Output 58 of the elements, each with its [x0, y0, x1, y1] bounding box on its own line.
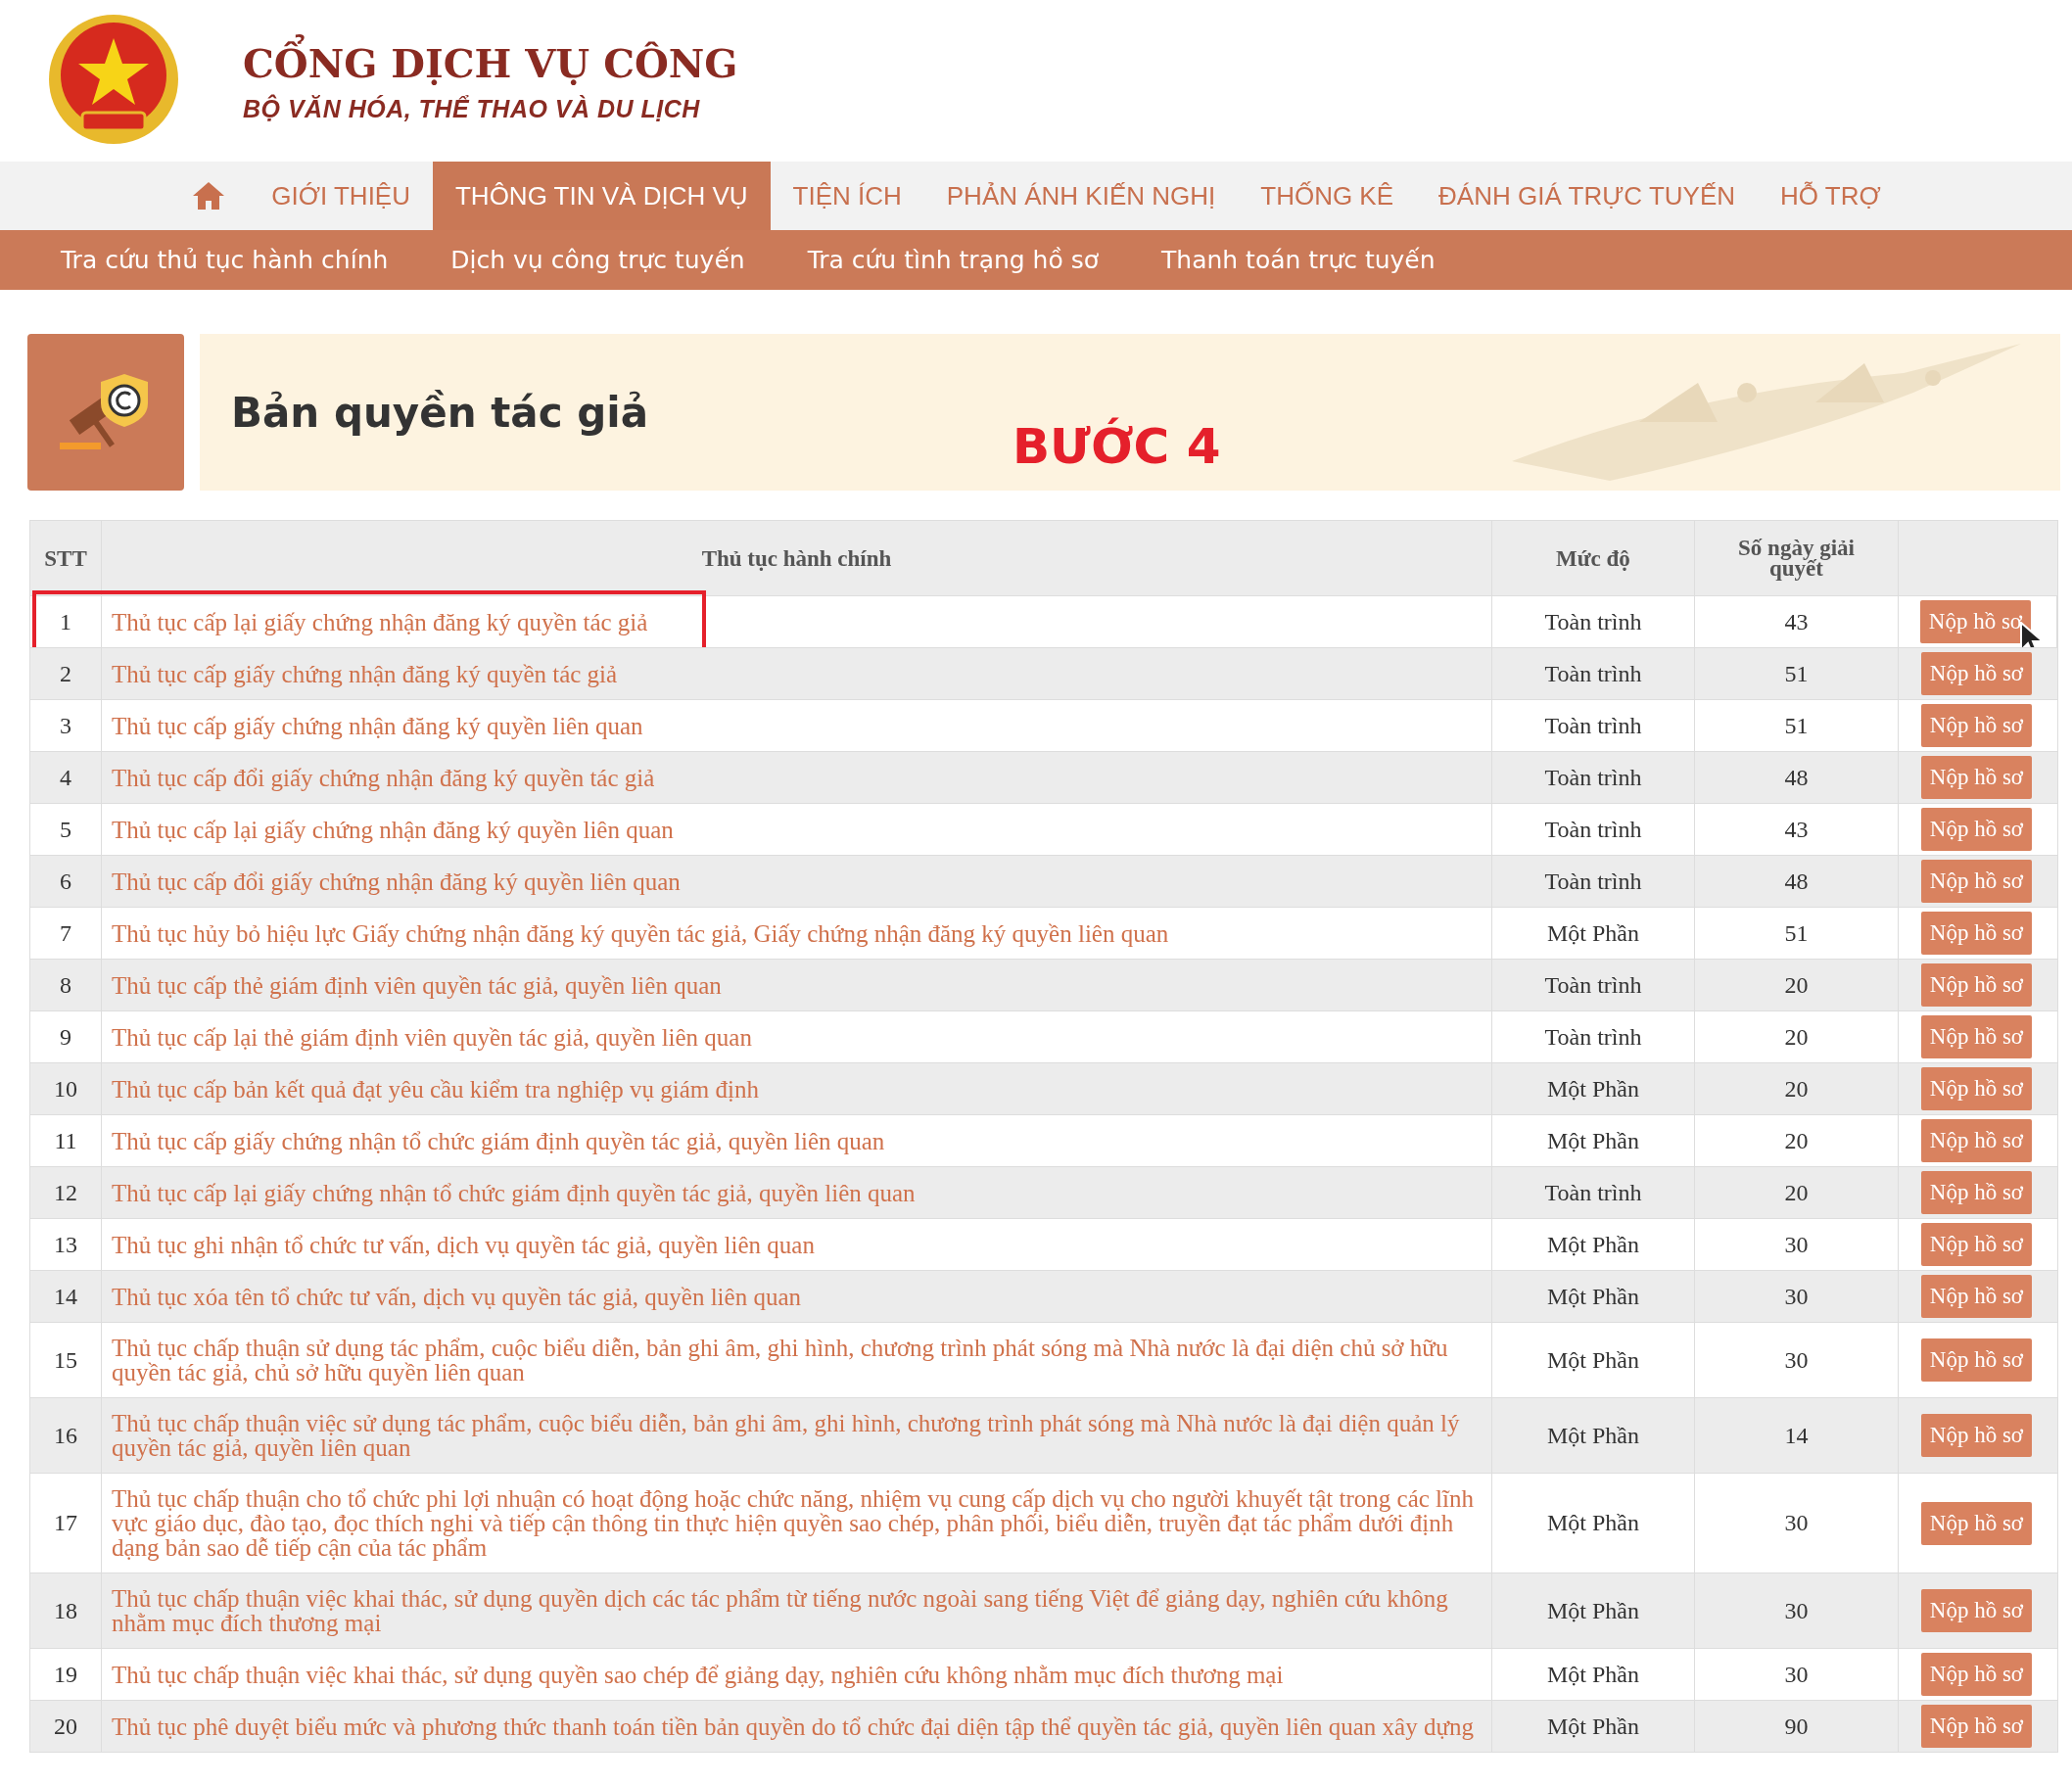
submit-button[interactable]: Nộp hồ sơ — [1920, 1338, 2032, 1382]
submit-button[interactable]: Nộp hồ sơ — [1920, 704, 2032, 747]
nav-tab[interactable]: GIỚI THIỆU — [249, 162, 433, 230]
procedure-link[interactable]: Thủ tục cấp giấy chứng nhận đăng ký quyền liên quan — [112, 700, 643, 751]
submit-button[interactable]: Nộp hồ sơ — [1920, 1015, 2032, 1058]
submit-button[interactable]: Nộp hồ sơ — [1920, 652, 2032, 695]
page-title: Bản quyền tác giả — [231, 388, 648, 437]
procedure-link[interactable]: Thủ tục chấp thuận sử dụng tác phẩm, cuộc biểu diễn, bản ghi âm, ghi hình, chương trình phát sóng mà Nhà nước là đại diện chủ sở hữu quyền tác giả, chủ sở hữu quyền liên quan — [112, 1323, 1482, 1397]
table-cell: 20 — [30, 1701, 102, 1752]
procedure-link[interactable]: Thủ tục cấp giấy chứng nhận tổ chức giám định quyền tác giả, quyền liên quan — [112, 1115, 885, 1166]
nav-tab[interactable]: PHẢN ÁNH KIẾN NGHỊ — [923, 162, 1239, 230]
submit-button[interactable]: Nộp hồ sơ — [1920, 1223, 2032, 1266]
table-cell: 90 — [1695, 1701, 1899, 1752]
submit-button[interactable]: Nộp hồ sơ — [1920, 1119, 2032, 1162]
submit-button[interactable]: Nộp hồ sơ — [1920, 1501, 2032, 1545]
procedure-link[interactable]: Thủ tục cấp giấy chứng nhận đăng ký quyền tác giả — [112, 648, 618, 699]
submit-button[interactable]: Nộp hồ sơ — [1920, 860, 2032, 903]
procedure-link[interactable]: Thủ tục cấp lại thẻ giám định viên quyền tác giả, quyền liên quan — [112, 1011, 752, 1062]
procedure-link[interactable]: Thủ tục phê duyệt biểu mức và phương thức thanh toán tiền bản quyền do tổ chức đại diện tập thể quyền tác giả, quyền liên quan xây dựng — [112, 1701, 1474, 1752]
subnav-link[interactable]: Tra cứu thủ tục hành chính — [61, 246, 389, 274]
procedure-link[interactable]: Thủ tục xóa tên tổ chức tư vấn, dịch vụ quyền tác giả, quyền liên quan — [112, 1271, 801, 1322]
procedure-link[interactable]: Thủ tục hủy bỏ hiệu lực Giấy chứng nhận đăng ký quyền tác giả, Giấy chứng nhận đăng ký quyền liên quan — [112, 908, 1169, 959]
submit-button[interactable]: Nộp hồ sơ — [1920, 1275, 2032, 1318]
submit-button[interactable]: Nộp hồ sơ — [1920, 808, 2032, 851]
nav-tab[interactable]: THỐNG KÊ — [1238, 162, 1417, 230]
submit-button[interactable]: Nộp hồ sơ — [1920, 963, 2032, 1007]
procedure-link[interactable]: Thủ tục chấp thuận việc khai thác, sử dụng quyền sao chép để giảng dạy, nghiên cứu không nhằm mục đích thương mại — [112, 1649, 1284, 1700]
copyright-gavel-icon — [27, 334, 184, 491]
nav-tab[interactable]: THÔNG TIN VÀ DỊCH VỤ — [433, 162, 771, 230]
procedure-link[interactable]: Thủ tục cấp lại giấy chứng nhận tổ chức giám định quyền tác giả, quyền liên quan — [112, 1167, 916, 1218]
procedure-link[interactable]: Thủ tục cấp lại giấy chứng nhận đăng ký quyền liên quan — [112, 804, 674, 855]
procedure-link[interactable]: Thủ tục chấp thuận việc sử dụng tác phẩm, cuộc biểu diễn, bản ghi âm, ghi hình, chương trình phát sóng mà Nhà nước là đại diện quản lý quyền tác giả, quyền liên quan — [112, 1398, 1482, 1473]
submit-button[interactable]: Nộp hồ sơ — [1920, 1589, 2032, 1632]
procedure-link[interactable]: Thủ tục cấp thẻ giám định viên quyền tác giả, quyền liên quan — [112, 960, 722, 1010]
procedure-link[interactable]: Thủ tục cấp đổi giấy chứng nhận đăng ký quyền liên quan — [112, 856, 681, 907]
procedure-link[interactable]: Thủ tục cấp bản kết quả đạt yêu cầu kiểm tra nghiệp vụ giám định — [112, 1063, 759, 1114]
procedure-link[interactable]: Thủ tục chấp thuận cho tổ chức phi lợi nhuận có hoạt động hoặc chức năng, nhiệm vụ cung cấp dịch vụ cho người khuyết tật trong các lĩnh vực giáo dục, đào tạo, đọc thích nghi và tiếp cận thông tin thực hiện quyền sao chép, phân phối, biểu diễn, truyền đạt tác phẩm dưới định dạng bản sao dễ tiếp cận của tác phẩm — [112, 1474, 1482, 1573]
procedure-link[interactable]: Thủ tục cấp lại giấy chứng nhận đăng ký quyền tác giả — [112, 596, 648, 647]
subnav-link[interactable]: Tra cứu tình trạng hồ sơ — [807, 246, 1100, 274]
nav-tab[interactable]: TIỆN ÍCH — [770, 162, 924, 230]
nav-tab[interactable]: ĐÁNH GIÁ TRỰC TUYẾN — [1416, 162, 1758, 230]
table-cell: Một Phần — [1492, 1701, 1695, 1752]
nav-tab[interactable]: HỖ TRỢ — [1758, 162, 1904, 230]
subnav-link[interactable]: Thanh toán trực tuyến — [1161, 246, 1436, 274]
subnav-link[interactable]: Dịch vụ công trực tuyến — [450, 246, 745, 274]
submit-button[interactable]: Nộp hồ sơ — [1920, 912, 2032, 955]
submit-button[interactable]: Nộp hồ sơ — [1920, 1171, 2032, 1214]
submit-button[interactable]: Nộp hồ sơ — [1920, 756, 2032, 799]
procedure-link[interactable]: Thủ tục chấp thuận việc khai thác, sử dụng quyền dịch các tác phẩm từ tiếng nước ngoài sang tiếng Việt để giảng dạy, nghiên cứu không nhằm mục đích thương mại — [112, 1573, 1482, 1648]
procedure-link[interactable]: Thủ tục ghi nhận tổ chức tư vấn, dịch vụ quyền tác giả, quyền liên quan — [112, 1219, 815, 1270]
submit-button[interactable]: Nộp hồ sơ — [1920, 1705, 2032, 1748]
submit-button[interactable]: Nộp hồ sơ — [1919, 600, 2031, 643]
procedure-link[interactable]: Thủ tục cấp đổi giấy chứng nhận đăng ký quyền tác giả — [112, 752, 655, 803]
submit-button[interactable]: Nộp hồ sơ — [1920, 1414, 2032, 1457]
ministry-subtitle: BỘ VĂN HÓA, THỂ THAO VÀ DU LỊCH — [243, 95, 701, 123]
submit-button[interactable]: Nộp hồ sơ — [1920, 1067, 2032, 1110]
step-label: BƯỚC 4 — [1012, 418, 1221, 475]
submit-button[interactable]: Nộp hồ sơ — [1920, 1653, 2032, 1696]
